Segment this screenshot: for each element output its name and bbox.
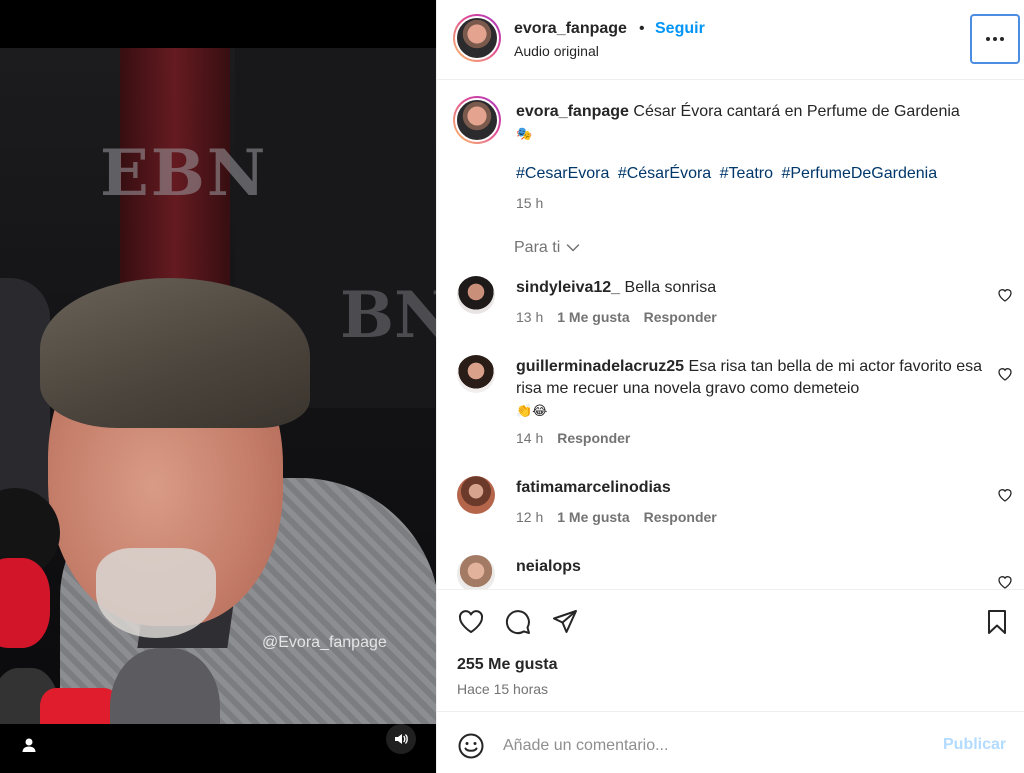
publish-button[interactable]: Publicar (943, 736, 1006, 754)
post-header: evora_fanpage • Seguir Audio original (437, 0, 1024, 80)
video-watermark: @Evora_fanpage (262, 634, 387, 651)
post-details-panel: evora_fanpage • Seguir Audio original ev… (436, 0, 1024, 773)
reply-button[interactable]: Responder (557, 430, 630, 446)
caption-text: evora_fanpage César Évora cantará en Per… (516, 101, 1006, 145)
author-username[interactable]: evora_fanpage (514, 20, 627, 38)
comment-sort-label: Para ti (514, 239, 561, 256)
comment-bubble-icon[interactable] (504, 608, 532, 636)
comments-list[interactable]: evora_fanpage César Évora cantará en Per… (437, 81, 1024, 589)
more-options-button[interactable] (970, 14, 1020, 64)
commenter-avatar[interactable] (457, 555, 495, 589)
man-beard (96, 548, 216, 638)
likes-count[interactable]: 255 Me gusta (457, 656, 557, 674)
commenter-username[interactable]: neialops (516, 558, 581, 575)
backdrop-logo-secondary: BN (340, 278, 436, 353)
microphone (0, 558, 50, 648)
header-separator: • (639, 20, 645, 37)
commenter-avatar[interactable] (457, 355, 495, 393)
commenter-username[interactable]: fatimamarcelinodias (516, 479, 671, 496)
hashtag-link[interactable]: #CésarÉvora (618, 165, 711, 182)
bookmark-icon[interactable] (983, 608, 1011, 636)
comment-meta: 12 h 1 Me gusta Responder (516, 509, 717, 525)
more-dots-icon (986, 37, 1004, 41)
comment-text: guillerminadelacruz25 Esa risa tan bella… (516, 356, 986, 422)
hashtag-link[interactable]: #PerfumeDeGardenia (781, 165, 937, 182)
comment-text: fatimamarcelinodias (516, 477, 986, 499)
comment-sort-dropdown[interactable]: Para ti (514, 239, 580, 257)
author-avatar[interactable] (453, 14, 501, 62)
commenter-username[interactable]: sindyleiva12_ (516, 279, 620, 296)
comment-like-heart-icon[interactable] (997, 574, 1013, 589)
hashtag-link[interactable]: #CesarEvora (516, 165, 609, 182)
commenter-avatar[interactable] (457, 276, 495, 314)
heart-icon[interactable] (457, 608, 485, 636)
caption-timestamp[interactable]: 15 h (516, 195, 543, 211)
comment-text: sindyleiva12_ Bella sonrisa (516, 277, 986, 299)
speaker-icon (395, 734, 408, 744)
comment-like-heart-icon[interactable] (997, 287, 1013, 303)
comment-input[interactable] (503, 732, 923, 760)
comment-time[interactable]: 14 h (516, 430, 543, 446)
comment-like-heart-icon[interactable] (997, 366, 1013, 382)
smiley-icon[interactable] (457, 732, 485, 760)
comment-emoji: 👏😂 (516, 403, 548, 418)
user-tag-icon[interactable] (20, 736, 38, 754)
comment-likes[interactable]: 1 Me gusta (557, 309, 629, 325)
caption-hashtags: #CesarEvora #CésarÉvora #Teatro #Perfume… (516, 165, 941, 183)
comment-likes[interactable]: 1 Me gusta (557, 509, 629, 525)
comment-like-heart-icon[interactable] (997, 487, 1013, 503)
comment-text: neialops (516, 556, 986, 578)
comment-composer: Publicar (437, 711, 1024, 773)
caption-body: César Évora cantará en Perfume de Garden… (633, 103, 960, 120)
reply-button[interactable]: Responder (644, 509, 717, 525)
caption-emoji: 🎭 (516, 126, 533, 141)
commenter-username[interactable]: guillerminadelacruz25 (516, 358, 684, 375)
comment-time[interactable]: 13 h (516, 309, 543, 325)
comment-meta: 13 h 1 Me gusta Responder (516, 309, 717, 325)
mute-toggle-button[interactable] (386, 724, 416, 754)
caption-avatar[interactable] (453, 96, 501, 144)
reply-button[interactable]: Responder (644, 309, 717, 325)
post-media[interactable]: EBN BN @Evora_fanpage (0, 0, 436, 773)
microphone (40, 688, 120, 724)
chevron-down-icon (567, 244, 580, 252)
send-icon[interactable] (551, 608, 579, 636)
video-frame[interactable]: EBN BN @Evora_fanpage (0, 48, 436, 724)
caption-username[interactable]: evora_fanpage (516, 103, 629, 120)
backdrop-logo: EBN (100, 136, 268, 211)
comment-body: Bella sonrisa (624, 279, 717, 296)
post-timestamp: Hace 15 horas (457, 681, 549, 697)
follow-button[interactable]: Seguir (655, 20, 705, 38)
hashtag-link[interactable]: #Teatro (720, 165, 773, 182)
audio-link[interactable]: Audio original (514, 43, 599, 59)
commenter-avatar[interactable] (457, 476, 495, 514)
comment-meta: 14 h Responder (516, 430, 630, 446)
post-actions: 255 Me gusta Hace 15 horas (437, 589, 1024, 711)
comment-time[interactable]: 12 h (516, 509, 543, 525)
